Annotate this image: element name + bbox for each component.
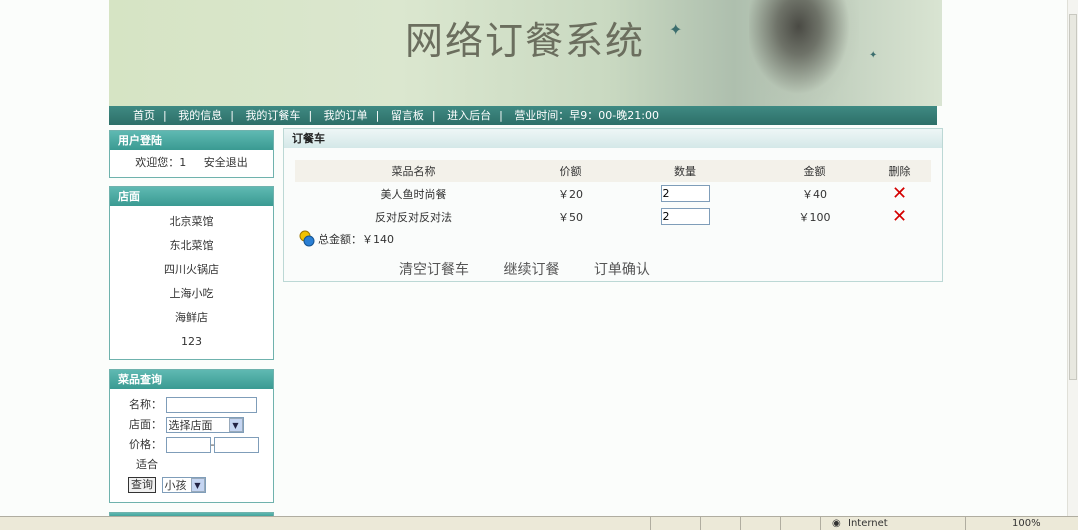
price-max-input[interactable] xyxy=(214,437,260,453)
store-select[interactable]: 选择店面 ▼ xyxy=(165,417,244,433)
store-link[interactable]: 四川火锅店 xyxy=(110,258,273,282)
store-link[interactable]: 东北菜馆 xyxy=(110,234,273,258)
delete-icon[interactable]: ✕ xyxy=(892,206,907,227)
header-banner: 网络订餐系统 ✦ ✦ xyxy=(109,0,942,106)
welcome-text: 欢迎您：1 xyxy=(135,156,187,169)
price-label: 价格： xyxy=(129,438,162,451)
cart-panel: 订餐车 菜品名称 价额 数量 金额 删除 美人鱼时尚餐 ￥20 ￥40 ✕ 反对… xyxy=(283,128,943,282)
site-title: 网络订餐系统 xyxy=(405,19,646,63)
price-min-input[interactable] xyxy=(165,437,211,453)
vertical-scrollbar[interactable] xyxy=(1067,0,1078,516)
dish-name: 美人鱼时尚餐 xyxy=(380,187,447,201)
audience-select[interactable]: 小孩 ▼ xyxy=(161,477,206,493)
butterfly-icon: ✦ xyxy=(669,20,683,39)
dish-amount: ￥40 xyxy=(802,187,827,201)
store-link[interactable]: 123 xyxy=(110,330,273,354)
name-label: 名称： xyxy=(129,398,162,411)
nav-my-cart[interactable]: 我的订餐车 xyxy=(245,109,300,122)
stores-panel: 店面 北京菜馆 东北菜馆 四川火锅店 上海小吃 海鲜店 123 xyxy=(109,186,274,360)
nav-home[interactable]: 首页 xyxy=(133,109,155,122)
status-bar: ◉ Internet 100% xyxy=(0,516,1078,530)
chevron-down-icon: ▼ xyxy=(190,478,205,492)
store-label: 店面： xyxy=(129,418,162,431)
cart-title: 订餐车 xyxy=(284,129,942,148)
nav-message-board[interactable]: 留言板 xyxy=(391,109,424,122)
business-hours: 营业时间：早9：00-晚21:00 xyxy=(514,109,659,122)
login-panel-title: 用户登陆 xyxy=(110,131,273,150)
table-row: 反对反对反对法 ￥50 ￥100 ✕ xyxy=(295,205,931,228)
store-link[interactable]: 北京菜馆 xyxy=(110,210,273,234)
globe-icon: ◉ xyxy=(832,518,841,529)
coins-icon xyxy=(298,229,316,247)
nav-my-info[interactable]: 我的信息 xyxy=(178,109,222,122)
butterfly-icon: ✦ xyxy=(869,50,878,61)
store-link[interactable]: 海鲜店 xyxy=(110,306,273,330)
column-header: 删除 xyxy=(868,160,931,182)
table-row: 美人鱼时尚餐 ￥20 ￥40 ✕ xyxy=(295,182,931,205)
logout-link[interactable]: 安全退出 xyxy=(204,156,248,169)
dish-price: ￥20 xyxy=(558,187,583,201)
column-header: 价额 xyxy=(532,160,609,182)
quantity-input[interactable] xyxy=(660,185,710,202)
clear-cart-button[interactable]: 清空订餐车 xyxy=(399,262,469,278)
confirm-order-button[interactable]: 订单确认 xyxy=(594,262,650,278)
continue-ordering-button[interactable]: 继续订餐 xyxy=(503,262,559,278)
store-link[interactable]: 上海小吃 xyxy=(110,282,273,306)
zoom-level[interactable]: 100% xyxy=(1012,517,1041,530)
column-header: 金额 xyxy=(761,160,868,182)
cart-header-row: 菜品名称 价额 数量 金额 删除 xyxy=(295,160,931,182)
total-row: 总金额：￥140 xyxy=(298,229,394,247)
column-header: 菜品名称 xyxy=(295,160,532,182)
chevron-down-icon: ▼ xyxy=(228,418,243,432)
search-panel: 菜品查询 名称： 店面： 选择店面▼ 价格： - 适合人： 小孩▼ 查询 重置 xyxy=(109,369,274,503)
nav-bar: 首页 | 我的信息 | 我的订餐车 | 我的订单 | 留言板 | 进入后台 | 营业时间：早… xyxy=(109,106,937,125)
column-header: 数量 xyxy=(609,160,761,182)
name-input[interactable] xyxy=(165,397,257,413)
search-panel-title: 菜品查询 xyxy=(110,370,273,389)
quantity-input[interactable] xyxy=(660,208,710,225)
cart-table: 菜品名称 价额 数量 金额 删除 美人鱼时尚餐 ￥20 ￥40 ✕ 反对反对反对… xyxy=(295,160,931,228)
cart-actions: 清空订餐车 继续订餐 订单确认 xyxy=(399,259,680,279)
security-zone: Internet xyxy=(848,518,888,529)
nav-admin[interactable]: 进入后台 xyxy=(447,109,491,122)
scrollbar-thumb[interactable] xyxy=(1069,14,1077,380)
login-panel: 用户登陆 欢迎您：1 安全退出 xyxy=(109,130,274,178)
total-amount: 总金额：￥140 xyxy=(318,233,394,246)
nav-my-orders[interactable]: 我的订单 xyxy=(324,109,368,122)
dish-name: 反对反对反对法 xyxy=(375,210,452,224)
query-button[interactable]: 查询 xyxy=(128,477,156,493)
stores-panel-title: 店面 xyxy=(110,187,273,206)
dish-amount: ￥100 xyxy=(798,210,831,224)
banner-figure-image xyxy=(749,0,859,106)
dish-price: ￥50 xyxy=(558,210,583,224)
delete-icon[interactable]: ✕ xyxy=(892,183,907,204)
